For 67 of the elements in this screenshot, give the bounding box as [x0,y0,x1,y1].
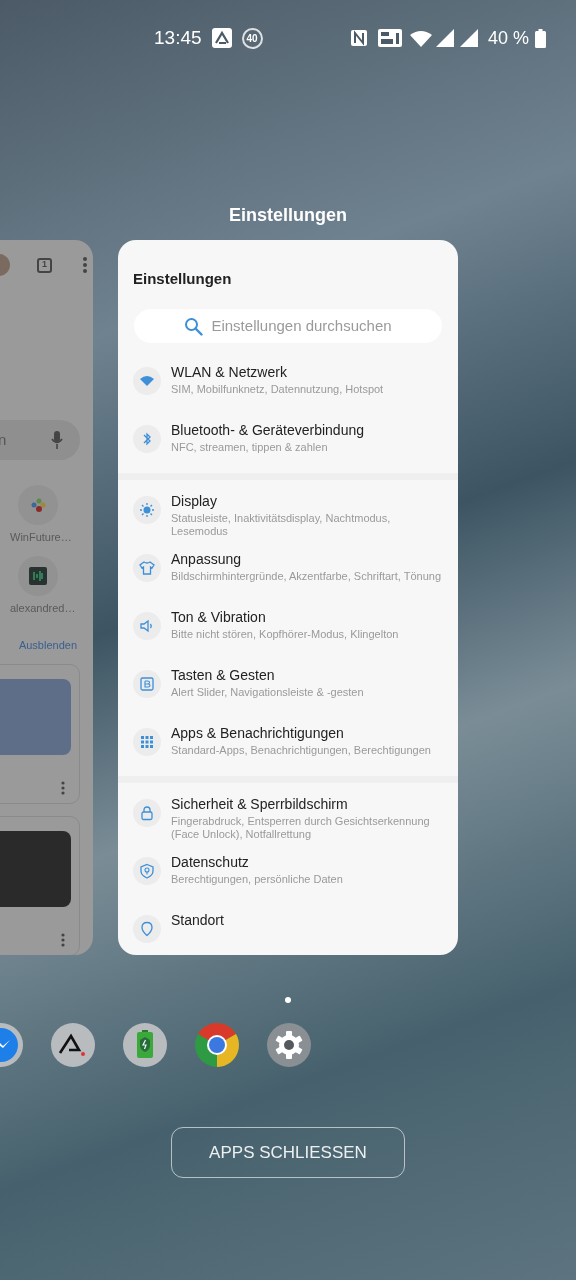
item-title: Datenschutz [171,853,250,871]
shortcut-icon[interactable] [18,485,58,525]
item-title: Standort [171,911,224,929]
dots-logo-icon [30,498,46,512]
screen-title: Einstellungen [133,269,233,289]
bars-logo-icon [29,567,47,585]
settings-item[interactable]: Display Statusleiste, Inaktivitätsdisplay, Nachtmodus, Lesemodus [118,486,458,544]
settings-item[interactable]: Apps & Benachrichtigungen Standard-Apps, Benachrichtigungen, Berechtigungen [118,718,458,776]
volte-icon [377,29,402,47]
clock: 13:45 [154,25,202,50]
close-apps-button[interactable]: APPS SCHLIESSEN [171,1127,405,1178]
more-options-icon[interactable] [61,932,65,947]
item-subtitle: Alert Slider, Navigationsleiste & -gesten [171,686,364,699]
settings-item[interactable]: Sicherheit & Sperrbildschirm Fingerabdruck, Entsperren durch Gesichtserkennung (Face Unlock), Notfallrettung [118,789,458,847]
app-preview-card[interactable] [118,240,458,955]
item-title: Display [171,492,218,510]
signal-icon [435,29,454,47]
search-placeholder: Einstellungen durchsuchen [211,315,392,336]
app-label: Einstellungen [228,204,348,227]
settings-item[interactable]: Anpassung Bildschirmhintergründe, Akzentfarbe, Schriftart, Tönung [118,544,458,602]
speaker-icon [139,618,155,634]
settings-item[interactable]: Ton & Vibration Bitte nicht stören, Kopfhörer-Modus, Klingelton [118,602,458,660]
signal-icon [459,29,478,47]
item-subtitle: SIM, Mobilfunknetz, Datennutzung, Hotspot [171,383,384,396]
item-title: Ton & Vibration [171,608,267,626]
nfc-icon [349,29,368,47]
item-title: WLAN & Netzwerk [171,363,288,381]
item-subtitle: Berechtigungen, persönliche Daten [171,873,343,886]
item-title: Tasten & Gesten [171,666,276,684]
key-icon [139,676,155,692]
item-title: Anpassung [171,550,243,568]
item-title: Apps & Benachrichtigungen [171,724,345,742]
app-grid-icon [139,734,155,750]
settings-item[interactable]: Datenschutz Berechtigungen, persönliche Daten [118,847,458,905]
browser-logo-icon[interactable] [195,1023,239,1067]
item-title: Bluetooth- & Geräteverbindung [171,421,364,439]
item-subtitle: Statusleiste, Inaktivitätsdisplay, Nachtmodus, Lesemodus [171,512,392,538]
app-notification-icon [211,28,232,48]
shield-icon [139,863,155,879]
location-pin-icon [139,921,155,937]
settings-item[interactable]: WLAN & Netzwerk SIM, Mobilfunknetz, Datennutzung, Hotspot [118,357,458,415]
microphone-icon [51,431,64,449]
item-subtitle: Bitte nicht stören, Kopfhörer-Modus, Klingelton [171,628,399,641]
item-subtitle: Bildschirmhintergründe, Akzentfarbe, Schriftart, Tönung [171,570,442,583]
more-options-icon[interactable] [61,780,65,795]
search-icon [184,316,204,336]
triangle-logo-icon[interactable] [51,1023,95,1067]
brightness-icon [139,502,155,518]
lock-icon [139,805,155,821]
item-subtitle: NFC, streamen, tippen & zahlen [171,441,329,454]
tab-count-button[interactable]: 1 [37,257,52,273]
settings-icon[interactable] [267,1023,311,1067]
wifi-icon [139,373,155,389]
settings-item[interactable]: Tasten & Gesten Alert Slider, Navigationsleiste & -gesten [118,660,458,718]
battery-app-icon[interactable] [123,1023,167,1067]
battery-icon [535,28,546,48]
t-shirt-icon [139,560,155,576]
item-title: Sicherheit & Sperrbildschirm [171,795,349,813]
item-subtitle: Fingerabdruck, Entsperren durch Gesichtserkennung (Face Unlock), Notfallrettung [171,815,431,841]
battery-percentage: 40 % [487,26,529,50]
item-subtitle: Standard-Apps, Benachrichtigungen, Berechtigungen [171,744,431,757]
settings-item[interactable]: Bluetooth- & Geräteverbindung NFC, streamen, tippen & zahlen [118,415,458,473]
shortcut-icon[interactable] [18,556,58,596]
notification-badge: 40 [241,27,263,49]
settings-item[interactable]: Standort [118,905,458,955]
wifi-icon [409,29,432,47]
more-options-icon[interactable] [83,257,87,273]
